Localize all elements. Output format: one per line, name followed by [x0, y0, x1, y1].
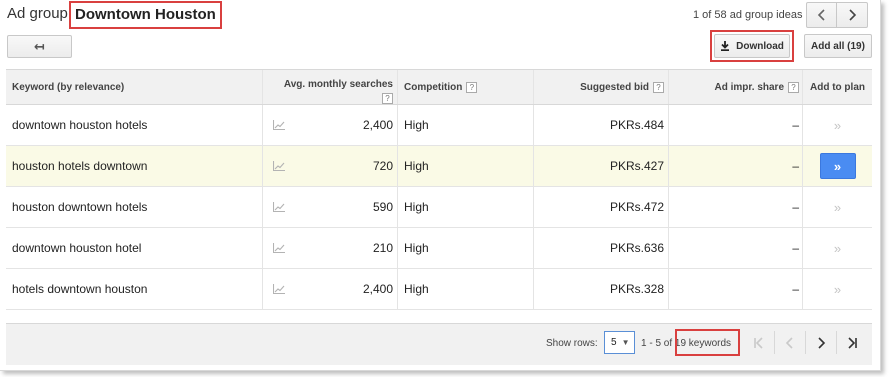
suggested-bid: PKRs.472	[533, 187, 668, 227]
next-page-icon	[818, 336, 826, 349]
help-icon[interactable]: ?	[466, 81, 478, 93]
column-header-bid[interactable]: Suggested bid?	[533, 70, 668, 104]
download-button[interactable]: Download	[714, 34, 790, 58]
table-row: hotels downtown houston 2,400 High PKRs.328…	[6, 269, 872, 310]
table-row: houston downtown hotels 590 High PKRs.472– »	[6, 187, 872, 228]
ad-impr-share: –	[668, 146, 802, 186]
table-footer	[6, 323, 872, 365]
add-all-button[interactable]: Add all (19)	[804, 34, 872, 58]
competition-level: High	[397, 187, 533, 227]
keyword-text: houston downtown hotels	[12, 200, 148, 214]
double-chevron-right-icon: »	[833, 158, 842, 174]
last-page-button[interactable]	[837, 331, 867, 354]
next-ad-group-button[interactable]	[836, 2, 868, 28]
keywords-count-highlight	[675, 329, 740, 356]
column-header-impr-share[interactable]: Ad impr. share?	[668, 70, 802, 104]
table-row: houston hotels downtown 720 High PKRs.427– »	[6, 146, 872, 187]
first-page-button[interactable]	[744, 331, 774, 354]
avg-monthly-searches: 2,400	[362, 282, 393, 296]
add-to-plan-cell: »	[802, 105, 872, 145]
rows-per-page-value: 5	[611, 337, 617, 348]
trend-chart-icon[interactable]	[262, 146, 294, 186]
table-row: downtown houston hotels 2,400 High PKRs.484…	[6, 105, 872, 146]
show-rows-label: Show rows:	[546, 338, 598, 349]
keyword-text: downtown houston hotel	[12, 241, 142, 255]
first-page-icon	[754, 336, 763, 349]
ad-impr-share: –	[668, 269, 802, 309]
add-to-plan-cell: »	[802, 269, 872, 309]
suggested-bid: PKRs.427	[533, 146, 668, 186]
column-header-searches[interactable]: Avg. monthly searches ?	[262, 70, 397, 104]
download-label: Download	[736, 40, 784, 52]
trend-chart-icon[interactable]	[262, 269, 294, 309]
avg-monthly-searches: 590	[372, 200, 393, 214]
next-page-button[interactable]	[806, 331, 836, 354]
competition-level: High	[397, 146, 533, 186]
add-to-plan-cell: »	[802, 228, 872, 268]
back-button[interactable]: ↤	[7, 35, 72, 58]
prev-page-icon	[785, 336, 793, 349]
suggested-bid: PKRs.484	[533, 105, 668, 145]
ad-group-name: Downtown Houston	[69, 1, 222, 29]
table-header: Keyword (by relevance) Avg. monthly sear…	[6, 69, 872, 105]
ad-group-label: Ad group:	[7, 5, 73, 22]
avg-monthly-searches: 720	[372, 159, 393, 173]
column-header-add-to-plan: Add to plan	[802, 70, 872, 104]
competition-level: High	[397, 228, 533, 268]
column-header-keyword[interactable]: Keyword (by relevance)	[12, 70, 262, 104]
table-row: downtown houston hotel 210 High PKRs.636– »	[6, 228, 872, 269]
add-to-plan-button[interactable]: »	[819, 153, 856, 179]
trend-chart-icon[interactable]	[262, 187, 294, 227]
add-to-plan-button[interactable]: »	[834, 118, 841, 133]
chevron-right-icon	[849, 9, 857, 21]
keyword-text: downtown houston hotels	[12, 118, 148, 132]
keyword-text: hotels downtown houston	[12, 282, 148, 296]
rows-per-page-select[interactable]: 5 ▼	[604, 331, 635, 354]
avg-monthly-searches: 210	[372, 241, 393, 255]
download-icon	[721, 41, 730, 51]
suggested-bid: PKRs.328	[533, 269, 668, 309]
previous-ad-group-button[interactable]	[806, 2, 837, 28]
column-header-competition[interactable]: Competition?	[397, 70, 533, 104]
ad-impr-share: –	[668, 228, 802, 268]
suggested-bid: PKRs.636	[533, 228, 668, 268]
help-icon[interactable]: ?	[653, 81, 664, 93]
ad-impr-share: –	[668, 105, 802, 145]
add-to-plan-button[interactable]: »	[834, 282, 841, 297]
ad-impr-share: –	[668, 187, 802, 227]
add-to-plan-button[interactable]: »	[834, 241, 841, 256]
help-icon[interactable]: ?	[382, 93, 393, 104]
competition-level: High	[397, 105, 533, 145]
ad-group-ideas-count: 1 of 58 ad group ideas	[693, 9, 803, 21]
avg-monthly-searches: 2,400	[362, 118, 393, 132]
chevron-down-icon: ▼	[621, 338, 630, 347]
last-page-icon	[848, 336, 857, 349]
add-to-plan-cell: »	[802, 187, 872, 227]
trend-chart-icon[interactable]	[262, 105, 294, 145]
prev-page-button[interactable]	[775, 331, 805, 354]
add-all-label: Add all (19)	[811, 40, 865, 52]
help-icon[interactable]: ?	[788, 81, 799, 93]
competition-level: High	[397, 269, 533, 309]
add-to-plan-cell: »	[802, 146, 872, 186]
add-to-plan-button[interactable]: »	[834, 200, 841, 215]
keyword-text: houston hotels downtown	[12, 159, 148, 173]
chevron-left-icon	[817, 9, 825, 21]
back-arrow-icon: ↤	[34, 38, 45, 54]
trend-chart-icon[interactable]	[262, 228, 294, 268]
